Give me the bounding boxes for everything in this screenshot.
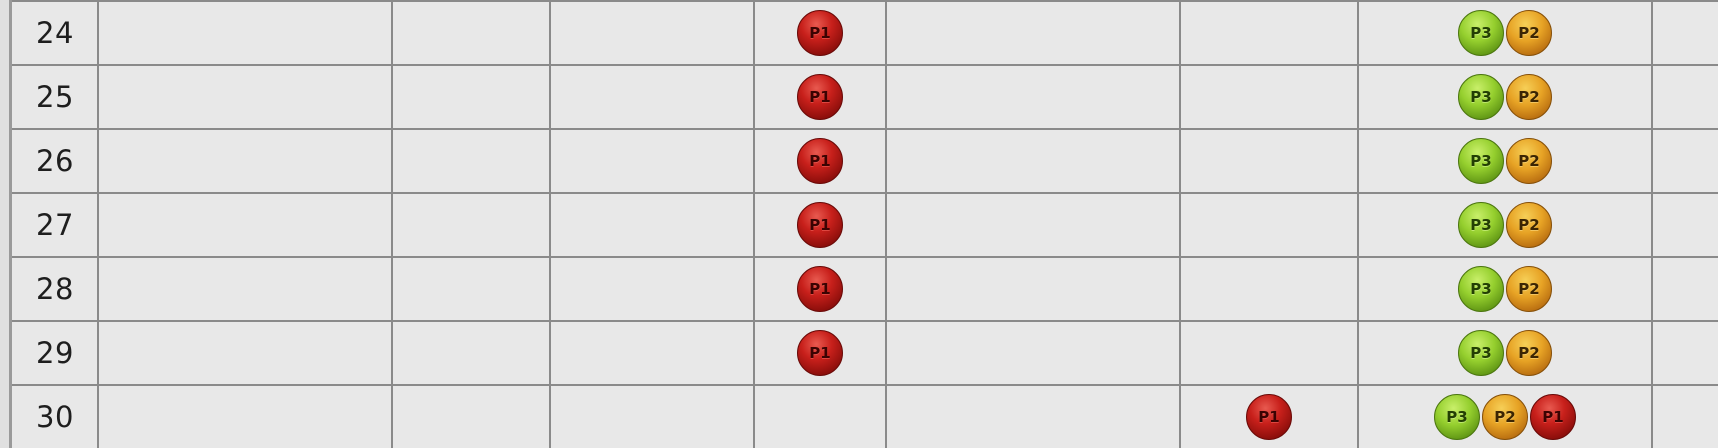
priority-p1-badge[interactable]: P1 bbox=[797, 330, 843, 376]
schedule-grid: 24 P1 P3 P2 25 P1 P3 P2 26 P1 P3 P2 27 P1 P3 P2 28 P1 P3 P2… bbox=[0, 0, 1718, 448]
grid-cell[interactable]: P3 P2 bbox=[1359, 2, 1651, 64]
priority-p1-badge[interactable]: P1 bbox=[797, 138, 843, 184]
row-number-label: 26 bbox=[36, 144, 74, 178]
grid-cell[interactable]: P1 bbox=[755, 66, 885, 128]
priority-p3-badge[interactable]: P3 bbox=[1458, 10, 1504, 56]
row-number-label: 27 bbox=[36, 208, 74, 242]
grid-cell[interactable]: P1 bbox=[755, 130, 885, 192]
grid-cell[interactable]: P1 bbox=[1181, 386, 1357, 448]
grid-column-divider bbox=[391, 0, 393, 448]
priority-p1-badge[interactable]: P1 bbox=[797, 266, 843, 312]
priority-p1-badge[interactable]: P1 bbox=[797, 74, 843, 120]
grid-cell[interactable]: P1 bbox=[755, 2, 885, 64]
priority-p3-badge[interactable]: P3 bbox=[1458, 266, 1504, 312]
row-number-label: 24 bbox=[36, 16, 74, 50]
grid-column-divider bbox=[1179, 0, 1181, 448]
grid-cell[interactable]: P3 P2 bbox=[1359, 322, 1651, 384]
priority-p1-badge[interactable]: P1 bbox=[797, 10, 843, 56]
priority-p3-badge[interactable]: P3 bbox=[1458, 202, 1504, 248]
row-number-label: 29 bbox=[36, 336, 74, 370]
priority-p3-badge[interactable]: P3 bbox=[1458, 74, 1504, 120]
priority-p1-badge[interactable]: P1 bbox=[1246, 394, 1292, 440]
grid-left-edge bbox=[0, 0, 12, 448]
grid-column-divider bbox=[549, 0, 551, 448]
row-number-label: 28 bbox=[36, 272, 74, 306]
row-number-label: 25 bbox=[36, 80, 74, 114]
priority-p1-badge[interactable]: P1 bbox=[1530, 394, 1576, 440]
grid-cell[interactable]: P3 P2 bbox=[1359, 66, 1651, 128]
grid-cell[interactable]: P3 P2 P1 bbox=[1359, 386, 1651, 448]
priority-p3-badge[interactable]: P3 bbox=[1458, 138, 1504, 184]
priority-p2-badge[interactable]: P2 bbox=[1506, 10, 1552, 56]
grid-column-divider bbox=[885, 0, 887, 448]
grid-cell[interactable]: P1 bbox=[755, 322, 885, 384]
grid-cell[interactable]: P3 P2 bbox=[1359, 258, 1651, 320]
priority-p2-badge[interactable]: P2 bbox=[1482, 394, 1528, 440]
priority-p2-badge[interactable]: P2 bbox=[1506, 266, 1552, 312]
grid-column-divider bbox=[1651, 0, 1653, 448]
priority-p1-badge[interactable]: P1 bbox=[797, 202, 843, 248]
grid-cell[interactable]: P1 bbox=[755, 258, 885, 320]
priority-p2-badge[interactable]: P2 bbox=[1506, 202, 1552, 248]
priority-p2-badge[interactable]: P2 bbox=[1506, 138, 1552, 184]
grid-cell[interactable]: P3 P2 bbox=[1359, 194, 1651, 256]
priority-p2-badge[interactable]: P2 bbox=[1506, 330, 1552, 376]
grid-cell[interactable]: P3 P2 bbox=[1359, 130, 1651, 192]
priority-p2-badge[interactable]: P2 bbox=[1506, 74, 1552, 120]
priority-p3-badge[interactable]: P3 bbox=[1434, 394, 1480, 440]
row-number-label: 30 bbox=[36, 400, 74, 434]
priority-p3-badge[interactable]: P3 bbox=[1458, 330, 1504, 376]
grid-cell[interactable]: P1 bbox=[755, 194, 885, 256]
